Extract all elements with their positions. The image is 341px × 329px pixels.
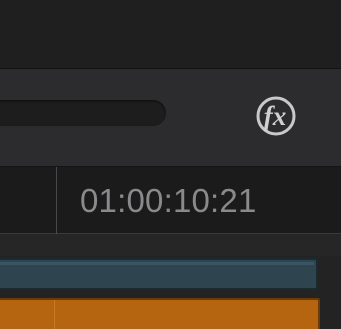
- timecode-display: 01:00:10:21: [80, 182, 257, 219]
- zoom-slider-track[interactable]: [0, 100, 166, 126]
- timeline-ruler[interactable]: 01:00:10:21: [0, 167, 341, 234]
- timeline-window: fx 01:00:10:21: [0, 0, 341, 329]
- tracks-area: [0, 234, 341, 329]
- fx-button[interactable]: fx: [248, 90, 304, 142]
- video-clip[interactable]: [0, 258, 318, 290]
- video-clip-highlight: [0, 262, 314, 265]
- fx-label: fx: [264, 101, 287, 131]
- fx-icon: fx: [256, 96, 296, 136]
- timeline-toolbar: fx: [0, 69, 341, 167]
- top-panel: [0, 0, 341, 69]
- clip-divider: [54, 300, 55, 329]
- track-separator: [0, 234, 341, 256]
- audio-clip[interactable]: [0, 298, 320, 329]
